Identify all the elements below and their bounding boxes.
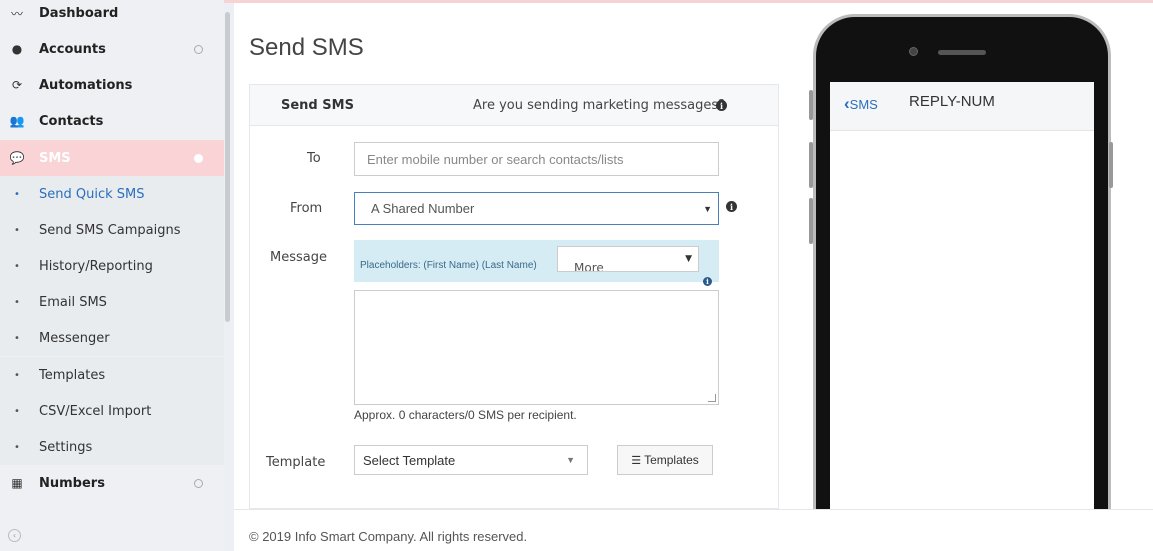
chevron-down-icon: ▼: [703, 203, 712, 214]
character-count: Approx. 0 characters/0 SMS per recipient…: [354, 408, 577, 422]
to-input[interactable]: Enter mobile number or search contacts/l…: [354, 142, 719, 176]
more-placeholders-select[interactable]: More ▼: [557, 246, 699, 272]
sidebar: 〰 Dashboard ● Accounts ⟳ Automations 👥 C…: [0, 0, 224, 551]
from-info-icon[interactable]: i: [726, 201, 737, 212]
expand-indicator: [194, 153, 203, 163]
phone-side-button: [809, 90, 813, 120]
footer: © 2019 Info Smart Company. All rights re…: [234, 509, 1153, 551]
sidebar-subitem-send-quick-sms[interactable]: • Send Quick SMS: [0, 176, 224, 212]
sidebar-item-accounts[interactable]: ● Accounts: [0, 31, 224, 67]
list-icon: ☰: [631, 454, 642, 467]
sidebar-item-automations[interactable]: ⟳ Automations: [0, 67, 224, 103]
line-chart-icon: 〰: [10, 6, 23, 21]
panel-title: Send SMS: [281, 98, 354, 113]
chat-bubble-icon: 💬: [9, 151, 25, 165]
to-label: To: [307, 151, 321, 166]
sidebar-subitem-templates[interactable]: • Templates: [0, 357, 224, 393]
chevron-down-icon: ▼: [566, 455, 575, 465]
phone-screen-header: ‹SMS REPLY-NUM: [830, 82, 1094, 131]
users-icon: 👥: [9, 114, 25, 128]
info-icon[interactable]: i: [716, 100, 727, 111]
placeholders-text: Placeholders: (First Name) (Last Name): [360, 260, 537, 271]
copyright-text: © 2019 Info Smart Company. All rights re…: [249, 529, 528, 544]
phone-side-button: [1109, 142, 1113, 188]
marketing-question: Are you sending marketing messages?: [473, 98, 726, 113]
sidebar-item-sms[interactable]: 💬 SMS: [0, 140, 224, 176]
from-select[interactable]: A Shared Number ▼: [354, 192, 719, 225]
sidebar-subitem-settings[interactable]: • Settings: [0, 429, 224, 465]
sidebar-subitem-history-reporting[interactable]: • History/Reporting: [0, 248, 224, 284]
placeholders-info-icon[interactable]: i: [703, 277, 712, 286]
placeholders-bar: Placeholders: (First Name) (Last Name) M…: [354, 240, 719, 282]
message-label: Message: [270, 250, 327, 265]
expand-indicator: [194, 478, 203, 488]
back-link[interactable]: ‹SMS: [844, 94, 878, 114]
template-select[interactable]: Select Template ▼: [354, 445, 588, 475]
refresh-icon: ⟳: [11, 78, 23, 92]
recipient-name: REPLY-NUM: [909, 93, 995, 110]
panel-header: Send SMS Are you sending marketing messa…: [249, 84, 779, 126]
sidebar-subitem-csv-excel-import[interactable]: • CSV/Excel Import: [0, 393, 224, 429]
sidebar-subitem-send-sms-campaigns[interactable]: • Send SMS Campaigns: [0, 212, 224, 248]
speaker-grille: [938, 50, 986, 55]
user-icon: ●: [11, 42, 23, 56]
phone-side-button: [809, 142, 813, 188]
phone-screen: [830, 82, 1094, 509]
sidebar-item-numbers[interactable]: ▦ Numbers: [0, 465, 224, 501]
template-label: Template: [266, 455, 326, 470]
collapse-sidebar-icon[interactable]: ‹: [8, 529, 21, 542]
phone-side-button: [809, 198, 813, 244]
sidebar-subitem-messenger[interactable]: • Messenger: [0, 320, 224, 356]
templates-button[interactable]: ☰ Templates: [617, 445, 713, 475]
sidebar-item-dashboard[interactable]: 〰 Dashboard: [0, 0, 224, 31]
sidebar-item-contacts[interactable]: 👥 Contacts: [0, 103, 224, 139]
camera-icon: [909, 47, 918, 56]
sim-card-icon: ▦: [11, 476, 23, 490]
message-textarea[interactable]: [354, 290, 719, 405]
from-label: From: [290, 201, 323, 216]
sidebar-subitem-email-sms[interactable]: • Email SMS: [0, 284, 224, 320]
page-title: Send SMS: [249, 34, 364, 61]
expand-indicator: [194, 44, 203, 54]
sidebar-scrollbar[interactable]: [225, 12, 230, 322]
chevron-down-icon: ▼: [685, 254, 692, 264]
